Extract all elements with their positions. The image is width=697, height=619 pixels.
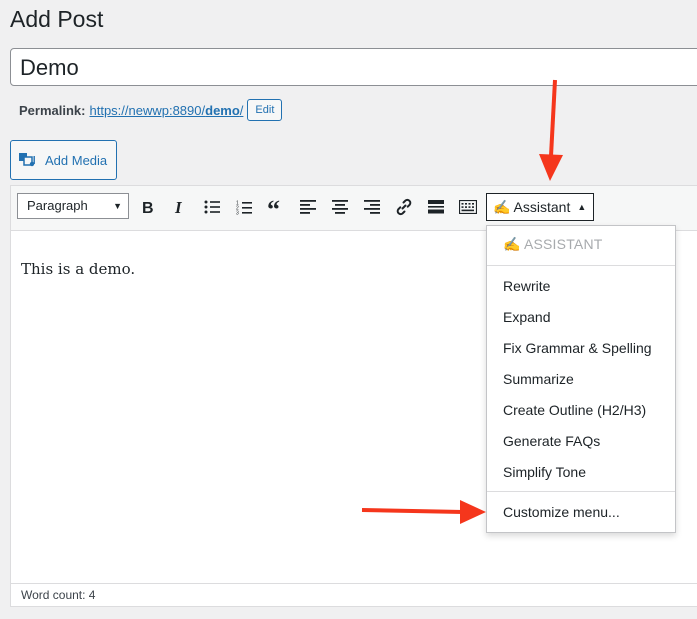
svg-text:B: B bbox=[142, 200, 154, 215]
permalink-label: Permalink: bbox=[19, 102, 86, 118]
svg-text:I: I bbox=[174, 199, 183, 215]
editor-statusbar: Word count: 4 bbox=[11, 583, 697, 606]
editor-content[interactable]: This is a demo. bbox=[21, 260, 135, 278]
svg-text:3: 3 bbox=[236, 210, 239, 215]
permalink-url-prefix: https://newwp:8890/ bbox=[89, 102, 206, 118]
menu-item-fix-grammar[interactable]: Fix Grammar & Spelling bbox=[503, 340, 652, 356]
permalink-row: Permalink: https://newwp:8890/demo/ Edit bbox=[19, 99, 283, 121]
permalink-link[interactable]: https://newwp:8890/demo/ bbox=[89, 103, 243, 118]
format-select-value: Paragraph bbox=[27, 198, 88, 213]
assistant-button-label: ✍ Assistant bbox=[493, 198, 571, 215]
blockquote-icon[interactable]: “ bbox=[265, 196, 287, 218]
read-more-icon[interactable] bbox=[425, 196, 447, 218]
format-select[interactable]: Paragraph ▼ bbox=[17, 193, 129, 219]
menu-divider bbox=[487, 491, 675, 492]
bullet-list-icon[interactable] bbox=[201, 196, 223, 218]
page-title: Add Post bbox=[10, 6, 104, 32]
permalink-slug: demo bbox=[205, 102, 240, 118]
align-right-icon[interactable] bbox=[361, 196, 383, 218]
menu-item-expand[interactable]: Expand bbox=[503, 309, 550, 325]
italic-icon[interactable]: I bbox=[169, 196, 191, 218]
numbered-list-icon[interactable]: 1 2 3 bbox=[233, 196, 255, 218]
menu-item-summarize[interactable]: Summarize bbox=[503, 371, 574, 387]
menu-item-generate-faqs[interactable]: Generate FAQs bbox=[503, 433, 600, 449]
align-left-icon[interactable] bbox=[297, 196, 319, 218]
permalink-edit-button[interactable]: Edit bbox=[247, 99, 283, 121]
assistant-button[interactable]: ✍ Assistant ▲ bbox=[486, 193, 594, 221]
assistant-menu-header: ✍ ASSISTANT bbox=[503, 236, 603, 252]
menu-item-customize[interactable]: Customize menu... bbox=[503, 504, 620, 520]
toolbar-toggle-icon[interactable] bbox=[457, 196, 479, 218]
menu-item-simplify-tone[interactable]: Simplify Tone bbox=[503, 464, 586, 480]
post-title-input[interactable]: Demo bbox=[10, 48, 697, 86]
permalink-url-suffix: / bbox=[239, 102, 244, 118]
add-media-button[interactable]: Add Media bbox=[10, 140, 117, 180]
link-icon[interactable] bbox=[393, 196, 415, 218]
menu-divider bbox=[487, 265, 675, 266]
media-icon bbox=[19, 153, 35, 167]
word-count: Word count: 4 bbox=[21, 588, 96, 602]
chevron-down-icon: ▼ bbox=[113, 201, 122, 211]
menu-item-create-outline[interactable]: Create Outline (H2/H3) bbox=[503, 402, 646, 418]
add-media-label: Add Media bbox=[45, 152, 108, 168]
menu-item-rewrite[interactable]: Rewrite bbox=[503, 278, 550, 294]
align-center-icon[interactable] bbox=[329, 196, 351, 218]
assistant-dropdown-menu: ✍ ASSISTANT Rewrite Expand Fix Grammar &… bbox=[486, 225, 676, 533]
svg-text:“: “ bbox=[267, 200, 280, 214]
annotation-arrow-down bbox=[539, 79, 563, 181]
caret-up-icon: ▲ bbox=[577, 202, 587, 212]
bold-icon[interactable]: B bbox=[137, 196, 159, 218]
